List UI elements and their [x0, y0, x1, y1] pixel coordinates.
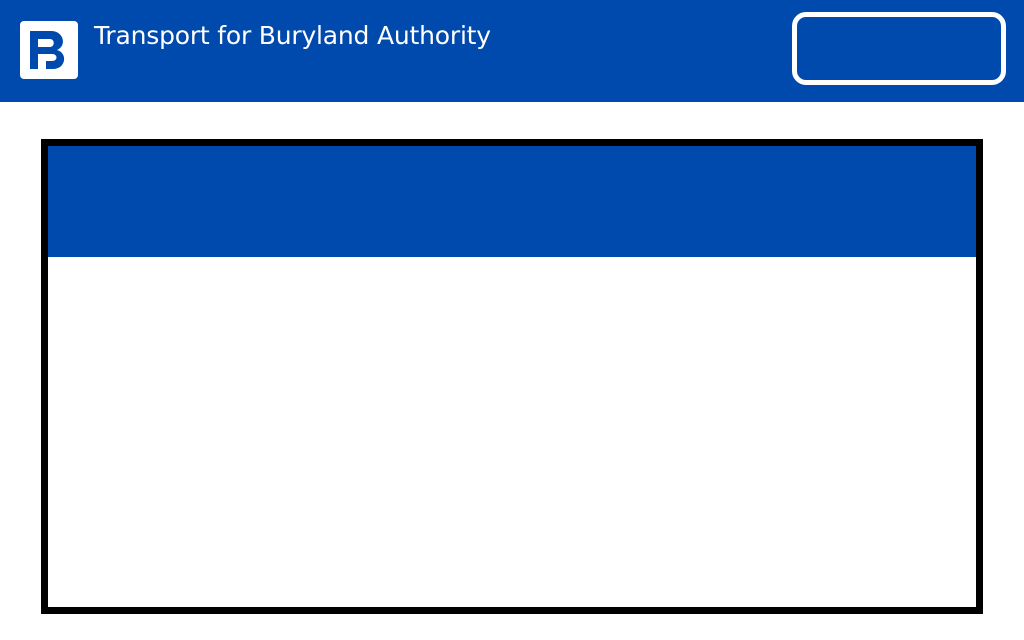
header-action-button[interactable] — [792, 12, 1006, 85]
app-header: Transport for Buryland Authority — [0, 0, 1024, 102]
panel-header — [48, 146, 976, 257]
tba-logo-icon — [20, 21, 78, 79]
content-panel — [41, 139, 983, 614]
panel-body — [48, 257, 976, 607]
app-title: Transport for Buryland Authority — [94, 21, 491, 50]
